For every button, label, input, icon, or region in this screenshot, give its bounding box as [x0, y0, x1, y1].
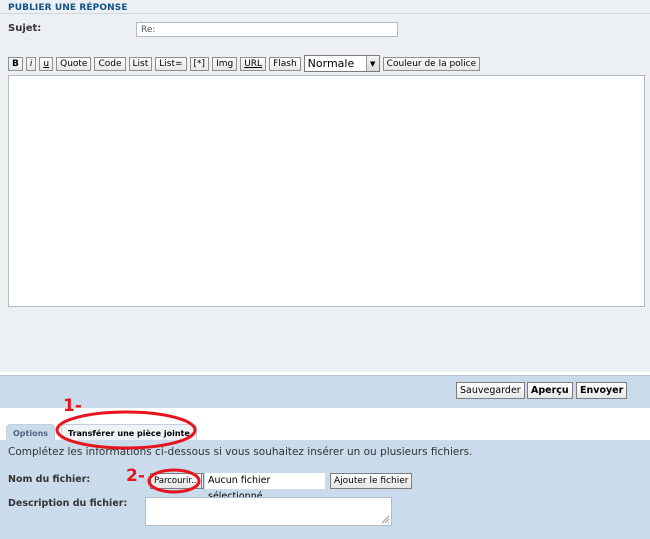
- add-file-button[interactable]: Ajouter le fichier: [330, 473, 413, 489]
- resize-grip-icon[interactable]: [381, 515, 390, 524]
- quote-button[interactable]: Quote: [56, 56, 92, 71]
- browse-button[interactable]: Parcourir...: [150, 473, 204, 489]
- subject-label: Sujet:: [8, 23, 42, 34]
- file-input-edge: [201, 473, 204, 489]
- file-description-label: Description du fichier:: [8, 498, 128, 509]
- file-input-status: Aucun fichier sélectionné.: [205, 473, 325, 502]
- bbcode-toolbar: B i u Quote Code List List= [*] Img URL …: [8, 55, 483, 72]
- url-button[interactable]: URL: [240, 56, 267, 71]
- subject-input[interactable]: Re:: [136, 22, 398, 37]
- list-button[interactable]: List: [128, 56, 153, 71]
- tab-upload-attachment[interactable]: Transférer une pièce jointe: [61, 424, 197, 441]
- upload-help-text: Complétez les informations ci-dessous si…: [8, 446, 473, 458]
- img-button[interactable]: Img: [212, 56, 238, 71]
- preview-button[interactable]: Aperçu: [527, 382, 573, 399]
- file-description-textarea[interactable]: [145, 497, 392, 526]
- submit-button[interactable]: Envoyer: [576, 382, 628, 399]
- panel-title: PUBLIER UNE RÉPONSE: [8, 3, 128, 13]
- step1-label: 1-: [63, 396, 82, 416]
- font-size-select[interactable]: Normale ▼: [303, 55, 380, 72]
- italic-button[interactable]: i: [25, 56, 37, 71]
- font-size-value: Normale: [307, 57, 355, 70]
- chevron-down-icon[interactable]: ▼: [365, 56, 379, 71]
- step2-label: 2-: [126, 466, 145, 486]
- tab-options[interactable]: Options: [6, 424, 56, 441]
- file-name-label: Nom du fichier:: [8, 474, 91, 485]
- list-item-button[interactable]: [*]: [189, 56, 210, 71]
- flash-button[interactable]: Flash: [269, 56, 301, 71]
- font-color-button[interactable]: Couleur de la police: [382, 56, 481, 71]
- code-button[interactable]: Code: [94, 56, 126, 71]
- save-button[interactable]: Sauvegarder: [456, 382, 525, 399]
- underline-button[interactable]: u: [39, 56, 54, 71]
- message-textarea[interactable]: [8, 75, 645, 307]
- ordered-list-button[interactable]: List=: [155, 56, 187, 71]
- bold-button[interactable]: B: [8, 56, 23, 71]
- title-divider: [0, 13, 650, 14]
